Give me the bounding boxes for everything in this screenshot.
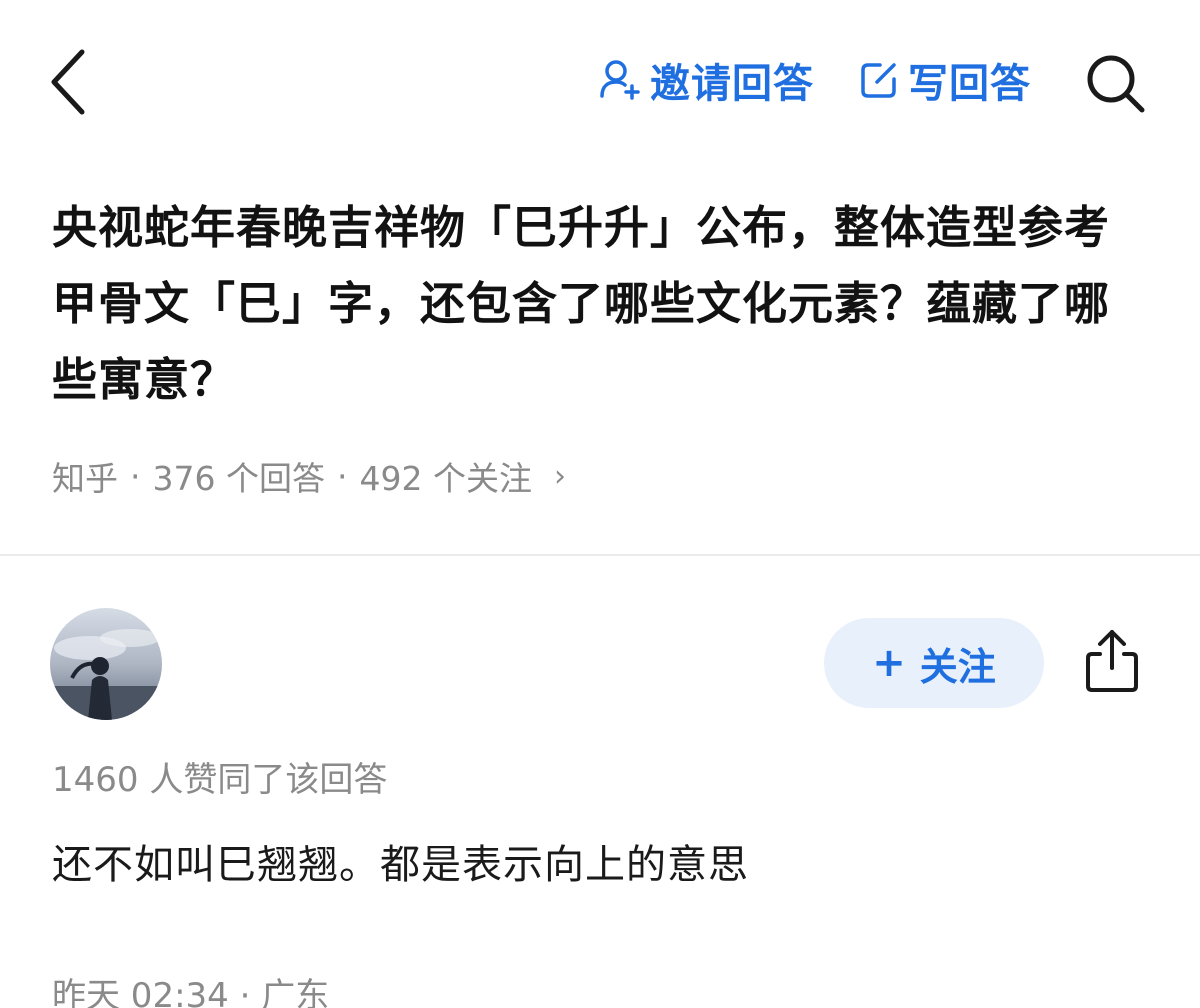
person-add-icon [600, 60, 640, 100]
avatar-image [50, 608, 162, 720]
followers-count: 492 个关注 [359, 459, 532, 498]
share-icon [1086, 630, 1138, 692]
answer-content[interactable]: 还不如叫巳翘翘。都是表示向上的意思 [52, 832, 749, 890]
invite-answer-label: 邀请回答 [650, 61, 814, 107]
search-icon [1087, 55, 1145, 113]
meta-separator: · [336, 456, 348, 496]
answers-count: 376 个回答 [152, 459, 325, 498]
top-bar: 邀请回答 写回答 [0, 0, 1200, 160]
plus-icon: + [872, 640, 906, 686]
avatar[interactable] [50, 608, 162, 720]
chevron-left-icon [51, 49, 85, 115]
meta-separator: · [130, 456, 141, 496]
vote-count: 1460 人赞同了该回答 [52, 760, 388, 800]
write-answer-button[interactable]: 写回答 [858, 52, 1031, 108]
follow-label: 关注 [919, 644, 996, 689]
source-label: 知乎 [52, 459, 118, 498]
share-button[interactable] [1080, 626, 1144, 696]
chevron-right-icon: › [553, 458, 566, 494]
question-title[interactable]: 央视蛇年春晚吉祥物「巳升升」公布，整体造型参考甲骨文「巳」字，还包含了哪些文化元… [52, 190, 1152, 418]
answer-timestamp-location: 昨天 02:34 · 广东 [52, 976, 330, 1008]
write-answer-label: 写回答 [908, 61, 1031, 107]
question-page: 邀请回答 写回答 央视蛇年春晚吉祥物「巳升升」公布，整体造型参考甲骨文「巳」字，… [0, 0, 1200, 1008]
edit-icon [861, 63, 896, 98]
invite-answer-button[interactable]: 邀请回答 [598, 52, 814, 108]
back-button[interactable] [40, 44, 100, 120]
search-button[interactable] [1082, 50, 1148, 116]
section-divider [0, 554, 1200, 556]
question-meta[interactable]: 知乎 · 376 个回答 · 492 个关注 › [52, 448, 566, 504]
follow-button[interactable]: + 关注 [824, 618, 1044, 708]
